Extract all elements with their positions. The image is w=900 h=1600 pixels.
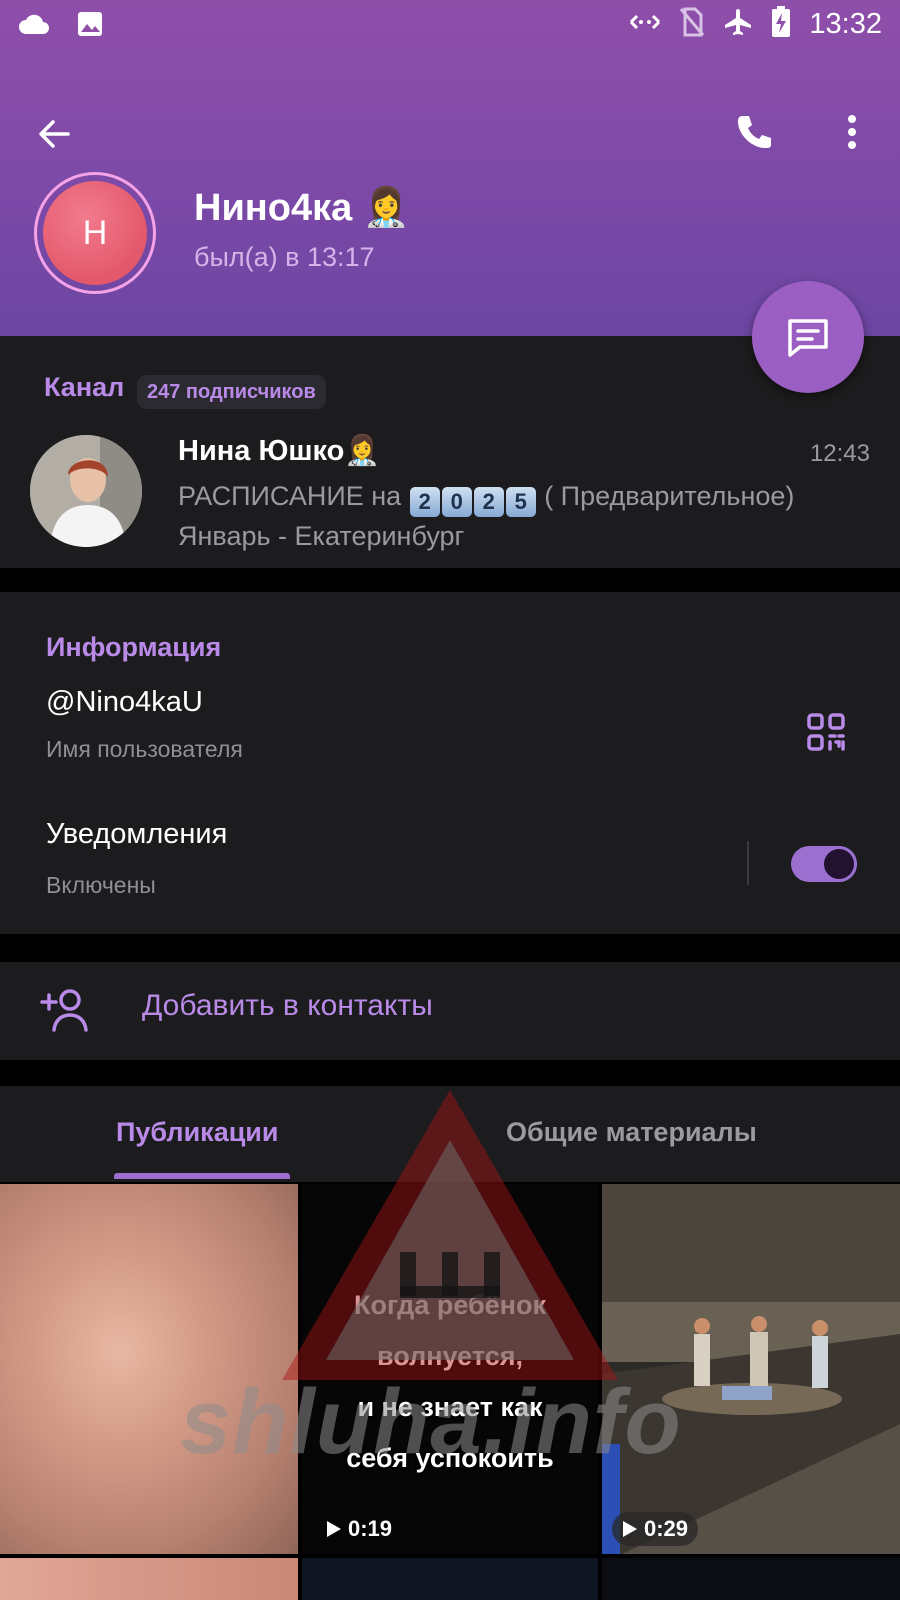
channel-title: Канал xyxy=(44,372,125,402)
avatar: Н xyxy=(43,181,147,285)
status-bar: 13:32 xyxy=(0,0,900,52)
battery-charging-icon xyxy=(771,6,791,43)
keycap-digit: 5 xyxy=(505,487,536,517)
caption-line: волнуется, xyxy=(377,1341,523,1371)
notifications-row[interactable]: Уведомления Включены xyxy=(0,806,740,916)
no-sim-icon xyxy=(679,7,705,42)
video-duration: 0:29 xyxy=(612,1512,699,1546)
keycap-digit: 0 xyxy=(441,487,472,517)
caption-line: и не знает как xyxy=(357,1392,543,1422)
caption-line: Когда ребёнок xyxy=(353,1290,546,1320)
tab-publications[interactable]: Публикации xyxy=(116,1117,279,1148)
send-message-fab[interactable] xyxy=(752,281,864,393)
channel-last-time: 12:43 xyxy=(809,440,870,467)
media-item-photo[interactable] xyxy=(0,1558,298,1600)
profile-avatar-ring[interactable]: Н xyxy=(34,172,156,294)
qr-code-button[interactable] xyxy=(806,712,846,757)
add-contact-label[interactable]: Добавить в контакты xyxy=(142,989,433,1023)
duration-text: 0:19 xyxy=(348,1516,393,1541)
media-item-video[interactable]: 0:29 xyxy=(602,1184,900,1554)
status-time: 13:32 xyxy=(809,8,882,40)
profile-last-seen: был(а) в 13:17 xyxy=(194,242,375,272)
media-item-photo[interactable] xyxy=(302,1558,598,1600)
cloud-icon xyxy=(18,12,50,41)
avatar-letter: Н xyxy=(82,213,108,252)
username-label: Имя пользователя xyxy=(46,736,243,762)
tab-shared-media[interactable]: Общие материалы xyxy=(506,1117,757,1148)
data-saver-icon xyxy=(629,10,661,39)
channel-name: Нина Юшко👩‍⚕️ xyxy=(178,435,381,467)
call-button[interactable] xyxy=(724,102,784,162)
notifications-state: Включены xyxy=(46,872,156,898)
keycap-digit: 2 xyxy=(473,487,504,517)
video-duration: 0:19 xyxy=(316,1512,402,1546)
notifications-toggle[interactable] xyxy=(791,846,857,882)
add-contact-row[interactable] xyxy=(0,962,900,1060)
more-options-button[interactable] xyxy=(822,102,882,162)
qr-code-icon xyxy=(807,713,845,751)
duration-text: 0:29 xyxy=(644,1516,689,1541)
tab-active-indicator xyxy=(114,1173,290,1179)
profile-header: 13:32 Н Нино4ка 👩‍⚕️ был(а) в 13:17 xyxy=(0,0,900,336)
image-icon xyxy=(76,10,104,43)
phone-icon xyxy=(737,116,771,149)
info-section: Информация @Nino4kaU Имя пользователя Ув… xyxy=(0,592,900,934)
message-prefix: РАСПИСАНИЕ на xyxy=(178,481,409,511)
media-item-photo[interactable] xyxy=(602,1558,900,1600)
message-line-2: Январь - Екатеринбург xyxy=(178,521,465,551)
channel-last-message[interactable]: РАСПИСАНИЕ на 2025 ( Предварительное) Ян… xyxy=(178,477,878,555)
airplane-icon xyxy=(723,7,753,42)
username-value: @Nino4kaU xyxy=(46,686,203,718)
play-icon xyxy=(623,1521,637,1537)
caption-line: себя успокоить xyxy=(346,1443,554,1473)
media-item-video[interactable]: Когда ребёнок волнуется, и не знает как … xyxy=(302,1184,598,1554)
video-caption: Когда ребёнок волнуется, и не знает как … xyxy=(302,1280,598,1484)
play-icon xyxy=(327,1521,341,1537)
back-button[interactable] xyxy=(24,104,84,164)
subscribers-badge: 247 подписчиков xyxy=(137,375,326,409)
username-row[interactable]: @Nino4kaU Имя пользователя xyxy=(0,672,900,772)
channel-avatar[interactable] xyxy=(30,435,142,547)
more-vertical-icon xyxy=(848,115,856,149)
profile-name: Нино4ка 👩‍⚕️ xyxy=(194,187,411,229)
notifications-label: Уведомления xyxy=(46,818,228,850)
top-app-bar xyxy=(0,60,900,149)
keycap-digit: 2 xyxy=(409,487,440,517)
media-item-photo[interactable] xyxy=(0,1184,298,1554)
add-user-icon xyxy=(40,988,92,1037)
toggle-knob xyxy=(821,846,857,882)
message-suffix: ( Предварительное) xyxy=(536,481,795,511)
info-title: Информация xyxy=(46,632,222,662)
vertical-divider xyxy=(747,841,749,885)
arrow-left-icon xyxy=(39,120,70,148)
message-icon xyxy=(788,319,828,357)
